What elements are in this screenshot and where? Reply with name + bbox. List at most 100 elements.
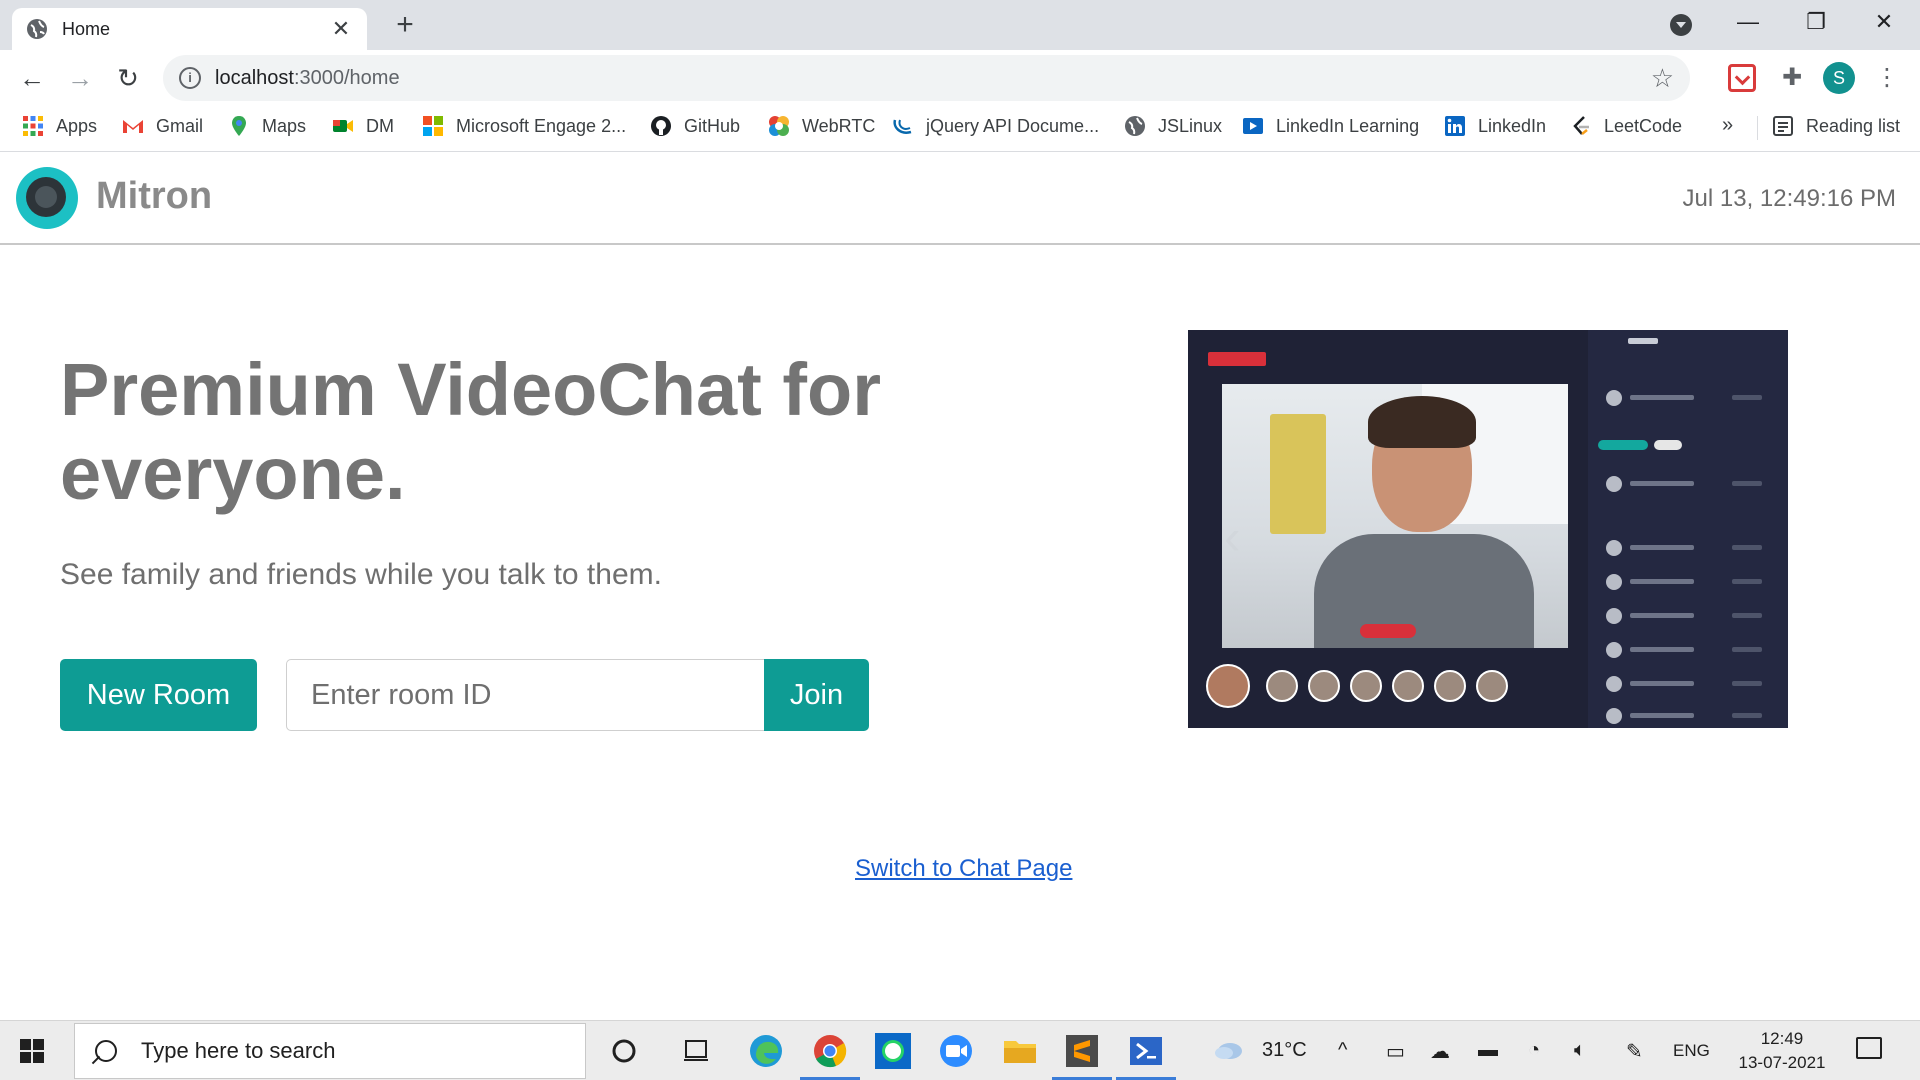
bookmark-linkedin-learning[interactable]: LinkedIn Learning bbox=[1242, 106, 1419, 146]
linkedin-icon bbox=[1445, 116, 1465, 136]
sublime-text-icon[interactable] bbox=[1062, 1031, 1102, 1071]
windows-start-icon[interactable] bbox=[20, 1039, 44, 1063]
extensions-puzzle-icon[interactable]: ✚ bbox=[1778, 64, 1806, 92]
weather-temperature[interactable]: 31°C bbox=[1262, 1039, 1307, 1062]
browser-menu-icon[interactable]: ⋮ bbox=[1875, 62, 1899, 94]
cortana-icon[interactable] bbox=[604, 1031, 644, 1071]
taskbar-search-placeholder: Type here to search bbox=[141, 1038, 336, 1063]
meet-now-icon[interactable]: ▭ bbox=[1386, 1039, 1405, 1064]
bookmark-microsoft-engage[interactable]: Microsoft Engage 2... bbox=[422, 106, 626, 146]
bookmark-label: DM bbox=[366, 115, 394, 136]
weather-cloud-icon[interactable] bbox=[1212, 1031, 1246, 1071]
pocket-extension-icon[interactable] bbox=[1728, 64, 1756, 92]
bookmark-linkedin[interactable]: LinkedIn bbox=[1444, 106, 1546, 146]
tab-home[interactable]: Home ✕ bbox=[12, 8, 367, 50]
hero-thumbnail bbox=[1476, 670, 1508, 702]
hero-participant-row bbox=[1606, 608, 1766, 624]
notification-center-icon[interactable] bbox=[1856, 1037, 1882, 1059]
taskbar-clock[interactable]: 12:49 13-07-2021 bbox=[1730, 1027, 1834, 1075]
bookmark-github[interactable]: GitHub bbox=[650, 106, 740, 146]
recording-badge bbox=[1208, 352, 1266, 366]
tab-close-icon[interactable]: ✕ bbox=[329, 16, 353, 42]
bookmarks-overflow-icon[interactable]: » bbox=[1722, 114, 1733, 137]
hero-participant-row bbox=[1606, 676, 1766, 692]
edge-icon[interactable] bbox=[746, 1031, 786, 1071]
bookmark-label: Microsoft Engage 2... bbox=[456, 115, 627, 136]
bookmark-label: WebRTC bbox=[802, 115, 876, 136]
app-header: Mitron Jul 13, 12:49:16 PM bbox=[0, 153, 1920, 245]
powershell-icon[interactable] bbox=[1126, 1031, 1166, 1071]
hero-background-shelf bbox=[1270, 414, 1326, 534]
bookmark-label: LinkedIn bbox=[1478, 115, 1547, 136]
hero-participant-row bbox=[1606, 642, 1766, 658]
jquery-icon bbox=[893, 119, 912, 134]
whatsapp-icon[interactable] bbox=[873, 1031, 913, 1071]
bookmark-jquery[interactable]: jQuery API Docume... bbox=[892, 106, 1099, 146]
join-button[interactable]: Join bbox=[764, 659, 869, 731]
bookmark-leetcode[interactable]: LeetCode bbox=[1570, 106, 1682, 146]
room-id-input[interactable] bbox=[286, 659, 766, 731]
new-room-button[interactable]: New Room bbox=[60, 659, 257, 731]
site-info-icon[interactable]: i bbox=[179, 67, 201, 89]
bookmark-webrtc[interactable]: WebRTC bbox=[768, 106, 875, 146]
bookmark-label: LinkedIn Learning bbox=[1276, 115, 1420, 136]
reading-list-label: Reading list bbox=[1806, 115, 1901, 136]
browser-toolbar: ← → ↻ i localhost:3000/home ☆ ✚ S ⋮ bbox=[0, 50, 1920, 106]
bookmark-maps[interactable]: Maps bbox=[228, 106, 306, 146]
new-tab-button[interactable]: + bbox=[390, 10, 420, 40]
back-button[interactable]: ← bbox=[14, 60, 50, 96]
hero-participant-row bbox=[1606, 540, 1766, 556]
hero-thumbnail bbox=[1206, 664, 1250, 708]
bookmark-apps[interactable]: Apps bbox=[22, 106, 97, 146]
minimize-button[interactable]: — bbox=[1718, 6, 1778, 38]
hero-participant-row bbox=[1606, 574, 1766, 590]
volume-icon[interactable]: 🔈︎ bbox=[1574, 1039, 1586, 1062]
switch-to-chat-link[interactable]: Switch to Chat Page bbox=[855, 855, 1072, 883]
restore-button[interactable]: ❐ bbox=[1786, 6, 1846, 38]
chrome-icon[interactable] bbox=[810, 1031, 850, 1071]
bookmark-jslinux[interactable]: JSLinux bbox=[1124, 106, 1222, 146]
zoom-icon[interactable] bbox=[936, 1031, 976, 1071]
reload-button[interactable]: ↻ bbox=[110, 60, 146, 96]
hero-thumbnail bbox=[1392, 670, 1424, 702]
reading-list-button[interactable]: Reading list bbox=[1772, 106, 1900, 146]
battery-icon[interactable]: ▬ bbox=[1478, 1039, 1498, 1062]
meet-icon bbox=[333, 120, 353, 132]
globe-icon bbox=[1125, 116, 1145, 136]
bookmark-star-icon[interactable]: ☆ bbox=[1651, 63, 1674, 94]
task-view-icon[interactable] bbox=[676, 1031, 716, 1071]
tab-strip: Home ✕ + — ❐ ✕ bbox=[0, 0, 1920, 50]
address-bar[interactable]: i localhost:3000/home ☆ bbox=[163, 55, 1690, 101]
hero-video-call-image: ‹ › bbox=[1188, 330, 1788, 728]
hero-person-body bbox=[1314, 534, 1534, 648]
mitron-logo-icon[interactable] bbox=[16, 167, 78, 229]
maps-icon bbox=[232, 116, 246, 136]
bookmark-label: Maps bbox=[262, 115, 307, 136]
close-window-button[interactable]: ✕ bbox=[1854, 6, 1914, 38]
brand-name[interactable]: Mitron bbox=[96, 175, 212, 218]
file-explorer-icon[interactable] bbox=[1000, 1031, 1040, 1071]
wifi-icon[interactable]: ◔ bbox=[1528, 1039, 1540, 1062]
hero-tag-white bbox=[1654, 440, 1682, 450]
profile-avatar[interactable]: S bbox=[1823, 62, 1855, 94]
bookmark-label: JSLinux bbox=[1158, 115, 1223, 136]
webrtc-icon bbox=[769, 116, 789, 136]
hero-main-video bbox=[1222, 384, 1568, 648]
bookmark-label: jQuery API Docume... bbox=[926, 115, 1100, 136]
tray-chevron-icon[interactable]: ^ bbox=[1338, 1039, 1347, 1062]
globe-icon bbox=[27, 19, 47, 39]
bookmark-dm[interactable]: DM bbox=[332, 106, 394, 146]
bookmark-gmail[interactable]: Gmail bbox=[122, 106, 203, 146]
leetcode-icon bbox=[1573, 116, 1589, 135]
taskbar-search[interactable]: Type here to search bbox=[74, 1023, 586, 1079]
pen-icon[interactable]: ✎ bbox=[1626, 1039, 1643, 1064]
language-indicator[interactable]: ENG bbox=[1673, 1041, 1710, 1061]
forward-button[interactable]: → bbox=[62, 60, 98, 96]
tab-search-icon[interactable] bbox=[1670, 14, 1692, 36]
reading-list-icon bbox=[1773, 116, 1793, 136]
hero-sidebar-title bbox=[1628, 338, 1658, 344]
gmail-icon bbox=[123, 120, 143, 133]
hero-tag-green bbox=[1598, 440, 1648, 450]
hero-thumbnail bbox=[1350, 670, 1382, 702]
onedrive-cloud-icon[interactable]: ☁ bbox=[1430, 1039, 1450, 1064]
